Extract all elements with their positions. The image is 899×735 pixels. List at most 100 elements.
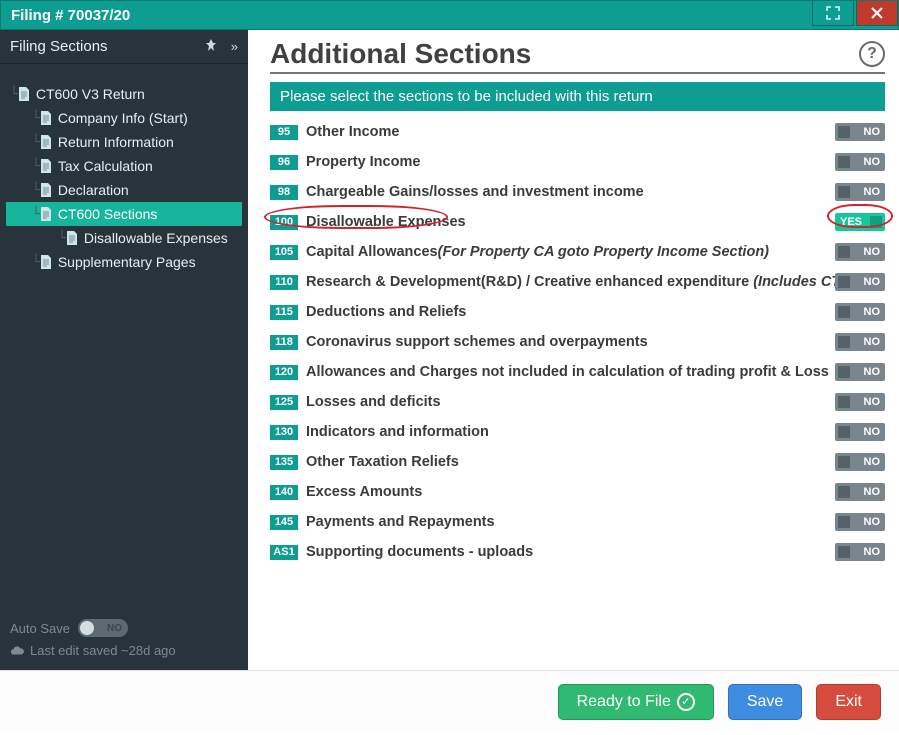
section-toggle[interactable]: NO [835,393,885,411]
tree-node-label: Tax Calculation [58,158,153,174]
autosave-value: NO [107,623,122,634]
section-label: Losses and deficits [306,394,441,410]
section-row: 115 Deductions and Reliefs NO [270,297,885,327]
toggle-knob [80,621,94,635]
section-row: 100Disallowable ExpensesYES [270,207,885,237]
section-label: Other Taxation Reliefs [306,454,459,470]
main-panel: Additional Sections ? Please select the … [248,30,899,670]
tree-node[interactable]: └ Supplementary Pages [6,250,242,274]
tree-node[interactable]: └ Company Info (Start) [6,106,242,130]
ready-to-file-button[interactable]: Ready to File ✓ [558,684,714,720]
section-label: Coronavirus support schemes and overpaym… [306,334,648,350]
tree-node-label: Company Info (Start) [58,110,188,126]
ready-label: Ready to File [577,693,671,711]
section-row: 135 Other Taxation Reliefs NO [270,447,885,477]
section-row: 118 Coronavirus support schemes and overp… [270,327,885,357]
pin-icon[interactable] [205,39,217,54]
tree-node-label: CT600 V3 Return [36,86,145,102]
cloud-icon [10,645,24,657]
section-toggle[interactable]: NO [835,183,885,201]
section-label: Other Income [306,124,399,140]
tree-node[interactable]: └ Declaration [6,178,242,202]
section-code-badge: 105 [270,245,298,260]
page-title: Additional Sections [270,38,531,70]
tree-node[interactable]: └ Tax Calculation [6,154,242,178]
section-toggle[interactable]: NO [835,483,885,501]
section-code-badge: 95 [270,125,298,140]
sidebar: Filing Sections » └ CT600 V3 Return└ Com… [0,30,248,670]
section-toggle[interactable]: NO [835,153,885,171]
save-button[interactable]: Save [728,684,802,720]
section-toggle[interactable]: NO [835,123,885,141]
section-row: 145Payments and RepaymentsNO [270,507,885,537]
section-label: Research & Development(R&D) / Creative e… [306,274,878,290]
tree-node-label: CT600 Sections [58,206,158,222]
window-titlebar: Filing # 70037/20 [0,0,899,30]
section-code-badge: 96 [270,155,298,170]
tree-node[interactable]: └ Disallowable Expenses [6,226,242,250]
filing-tree: └ CT600 V3 Return└ Company Info (Start)└… [0,64,248,611]
autosave-toggle[interactable]: NO [78,619,128,637]
section-row: 125 Losses and deficits NO [270,387,885,417]
section-row: 95 Other Income NO [270,117,885,147]
section-code-badge: AS1 [270,545,298,560]
expand-icon [825,5,841,21]
section-label: Supporting documents - uploads [306,544,533,560]
window-controls [812,1,898,26]
section-row: 96 Property Income NO [270,147,885,177]
last-edit-text: Last edit saved ~28d ago [30,643,176,658]
section-code-badge: 120 [270,365,298,380]
section-label: Disallowable Expenses [306,214,466,230]
section-code-badge: 98 [270,185,298,200]
section-code-badge: 135 [270,455,298,470]
section-code-badge: 130 [270,425,298,440]
tree-node-label: Disallowable Expenses [84,230,228,246]
section-list: 95 Other Income NO 96 Property Income NO 98 Cha… [270,117,885,567]
section-toggle[interactable]: NO [835,273,885,291]
section-code-badge: 145 [270,515,298,530]
exit-button[interactable]: Exit [816,684,881,720]
section-toggle[interactable]: NO [835,333,885,351]
autosave-label: Auto Save [10,621,70,636]
tree-node-label: Declaration [58,182,129,198]
section-code-badge: 115 [270,305,298,320]
expand-panel-icon[interactable]: » [231,39,238,54]
section-label: Indicators and information [306,424,489,440]
window-title: Filing # 70037/20 [11,7,130,24]
section-code-badge: 110 [270,275,298,290]
tree-node[interactable]: └ Return Information [6,130,242,154]
help-button[interactable]: ? [859,41,885,67]
section-row: 98 Chargeable Gains/losses and investment… [270,177,885,207]
section-toggle[interactable]: NO [835,303,885,321]
tree-node[interactable]: └ CT600 V3 Return [6,82,242,106]
section-toggle[interactable]: NO [835,243,885,261]
sidebar-title: Filing Sections [10,38,108,55]
section-label: Allowances and Charges not included in c… [306,364,829,380]
section-row: AS1 Supporting documents - uploads NO [270,537,885,567]
tree-node-label: Return Information [58,134,174,150]
section-label: Deductions and Reliefs [306,304,466,320]
tree-node-label: Supplementary Pages [58,254,196,270]
section-toggle[interactable]: NO [835,543,885,561]
instruction-bar: Please select the sections to be include… [270,82,885,111]
section-label: Excess Amounts [306,484,422,500]
section-row: 140 Excess Amounts NO [270,477,885,507]
section-toggle[interactable]: NO [835,423,885,441]
tree-node[interactable]: └ CT600 Sections [6,202,242,226]
section-toggle[interactable]: NO [835,363,885,381]
section-code-badge: 125 [270,395,298,410]
footer-bar: Ready to File ✓ Save Exit [0,670,899,732]
section-label: Chargeable Gains/losses and investment i… [306,184,644,200]
section-code-badge: 118 [270,335,298,350]
sidebar-footer: Auto Save NO Last edit saved ~28d ago [0,611,248,670]
section-label: Property Income [306,154,420,170]
close-button[interactable] [856,1,898,26]
sidebar-header: Filing Sections » [0,30,248,64]
section-code-badge: 140 [270,485,298,500]
section-row: 130 Indicators and information NO [270,417,885,447]
maximize-button[interactable] [812,1,854,26]
section-toggle[interactable]: NO [835,513,885,531]
section-toggle[interactable]: NO [835,453,885,471]
section-label: Capital Allowances(For Property CA goto … [306,244,769,260]
section-toggle[interactable]: YES [835,213,885,231]
